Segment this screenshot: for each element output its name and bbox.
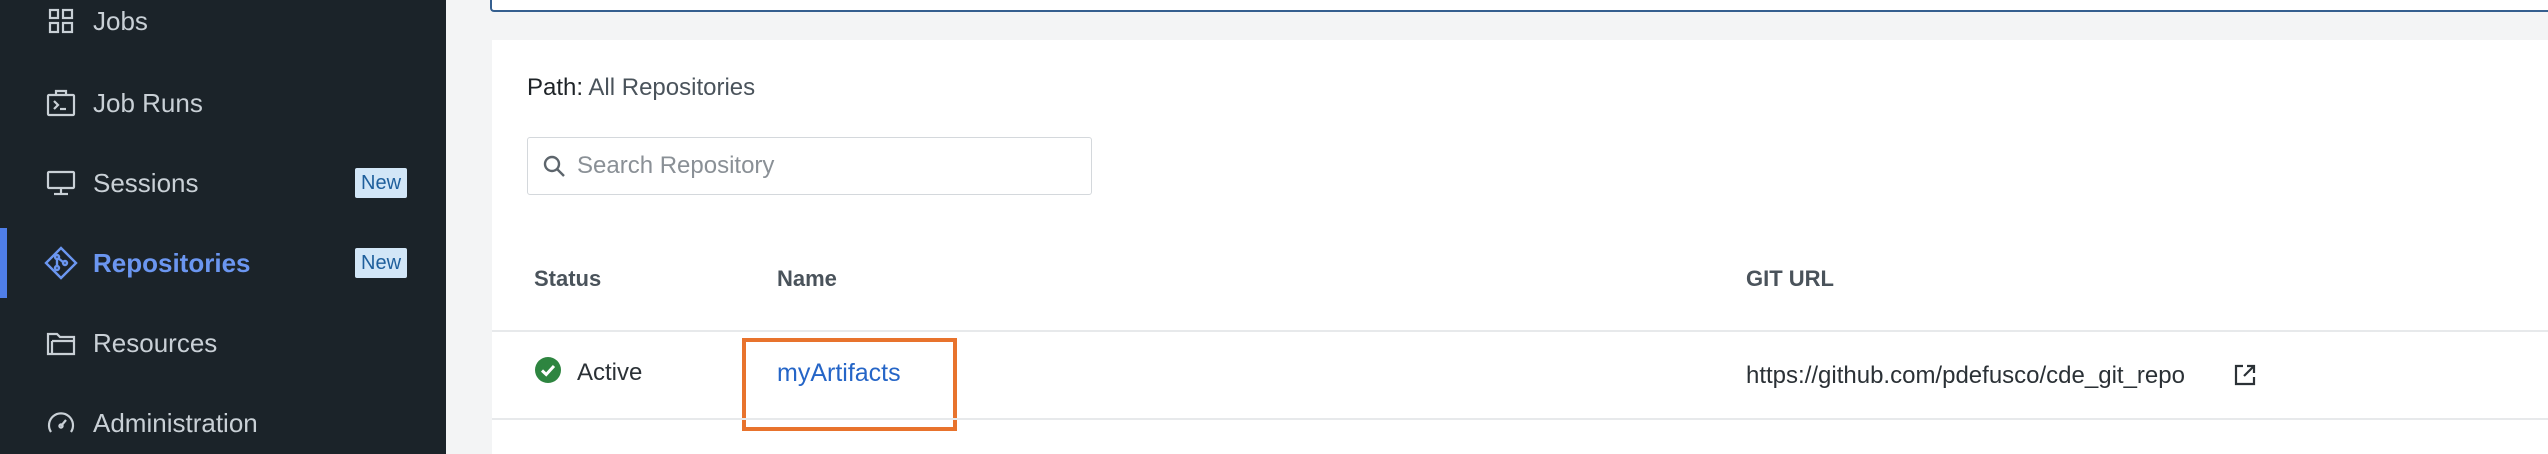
search-repository-field[interactable] <box>527 137 1092 195</box>
gauge-icon <box>44 406 78 440</box>
sidebar-item-label: Jobs <box>93 5 148 36</box>
breadcrumb: Path: All Repositories <box>527 74 755 102</box>
monitor-icon <box>44 166 78 200</box>
search-input[interactable] <box>577 138 1077 193</box>
sidebar-item-label: Sessions <box>93 167 199 198</box>
sidebar-item-label: Resources <box>93 327 218 358</box>
status-text: Active <box>577 359 643 386</box>
sidebar-item-label: Administration <box>93 407 258 438</box>
new-badge: New <box>355 168 408 198</box>
external-link-icon[interactable] <box>2232 362 2258 388</box>
sidebar: Jobs Job Runs Sessions New Repositories … <box>0 0 446 454</box>
sidebar-item-resources[interactable]: Resources <box>0 308 446 378</box>
sidebar-item-administration[interactable]: Administration <box>0 388 446 454</box>
active-indicator <box>0 228 7 298</box>
git-diamond-icon <box>44 246 78 280</box>
new-badge: New <box>355 248 408 278</box>
path-value[interactable]: All Repositories <box>588 74 755 101</box>
top-banner-edge <box>490 0 2548 12</box>
sidebar-item-label: Job Runs <box>93 87 203 118</box>
terminal-icon <box>44 86 78 120</box>
search-icon <box>542 154 568 180</box>
git-url-text: https://github.com/pdefusco/cde_git_repo <box>1746 362 2185 389</box>
repository-name-link[interactable]: myArtifacts <box>777 359 901 388</box>
sidebar-item-sessions[interactable]: Sessions New <box>0 148 446 218</box>
column-header-git-url[interactable]: GIT URL <box>1746 266 1834 292</box>
table-divider <box>492 330 2548 332</box>
sidebar-item-label: Repositories <box>93 247 251 278</box>
check-circle-icon <box>534 356 562 384</box>
grid-icon <box>44 4 78 38</box>
column-header-name[interactable]: Name <box>777 266 837 292</box>
sidebar-item-job-runs[interactable]: Job Runs <box>0 68 446 138</box>
folder-icon <box>44 326 78 360</box>
sidebar-item-repositories[interactable]: Repositories New <box>0 228 446 298</box>
table-divider <box>492 418 2548 420</box>
path-label: Path: <box>527 74 584 101</box>
column-header-status[interactable]: Status <box>534 266 601 292</box>
sidebar-item-jobs[interactable]: Jobs <box>0 0 446 56</box>
